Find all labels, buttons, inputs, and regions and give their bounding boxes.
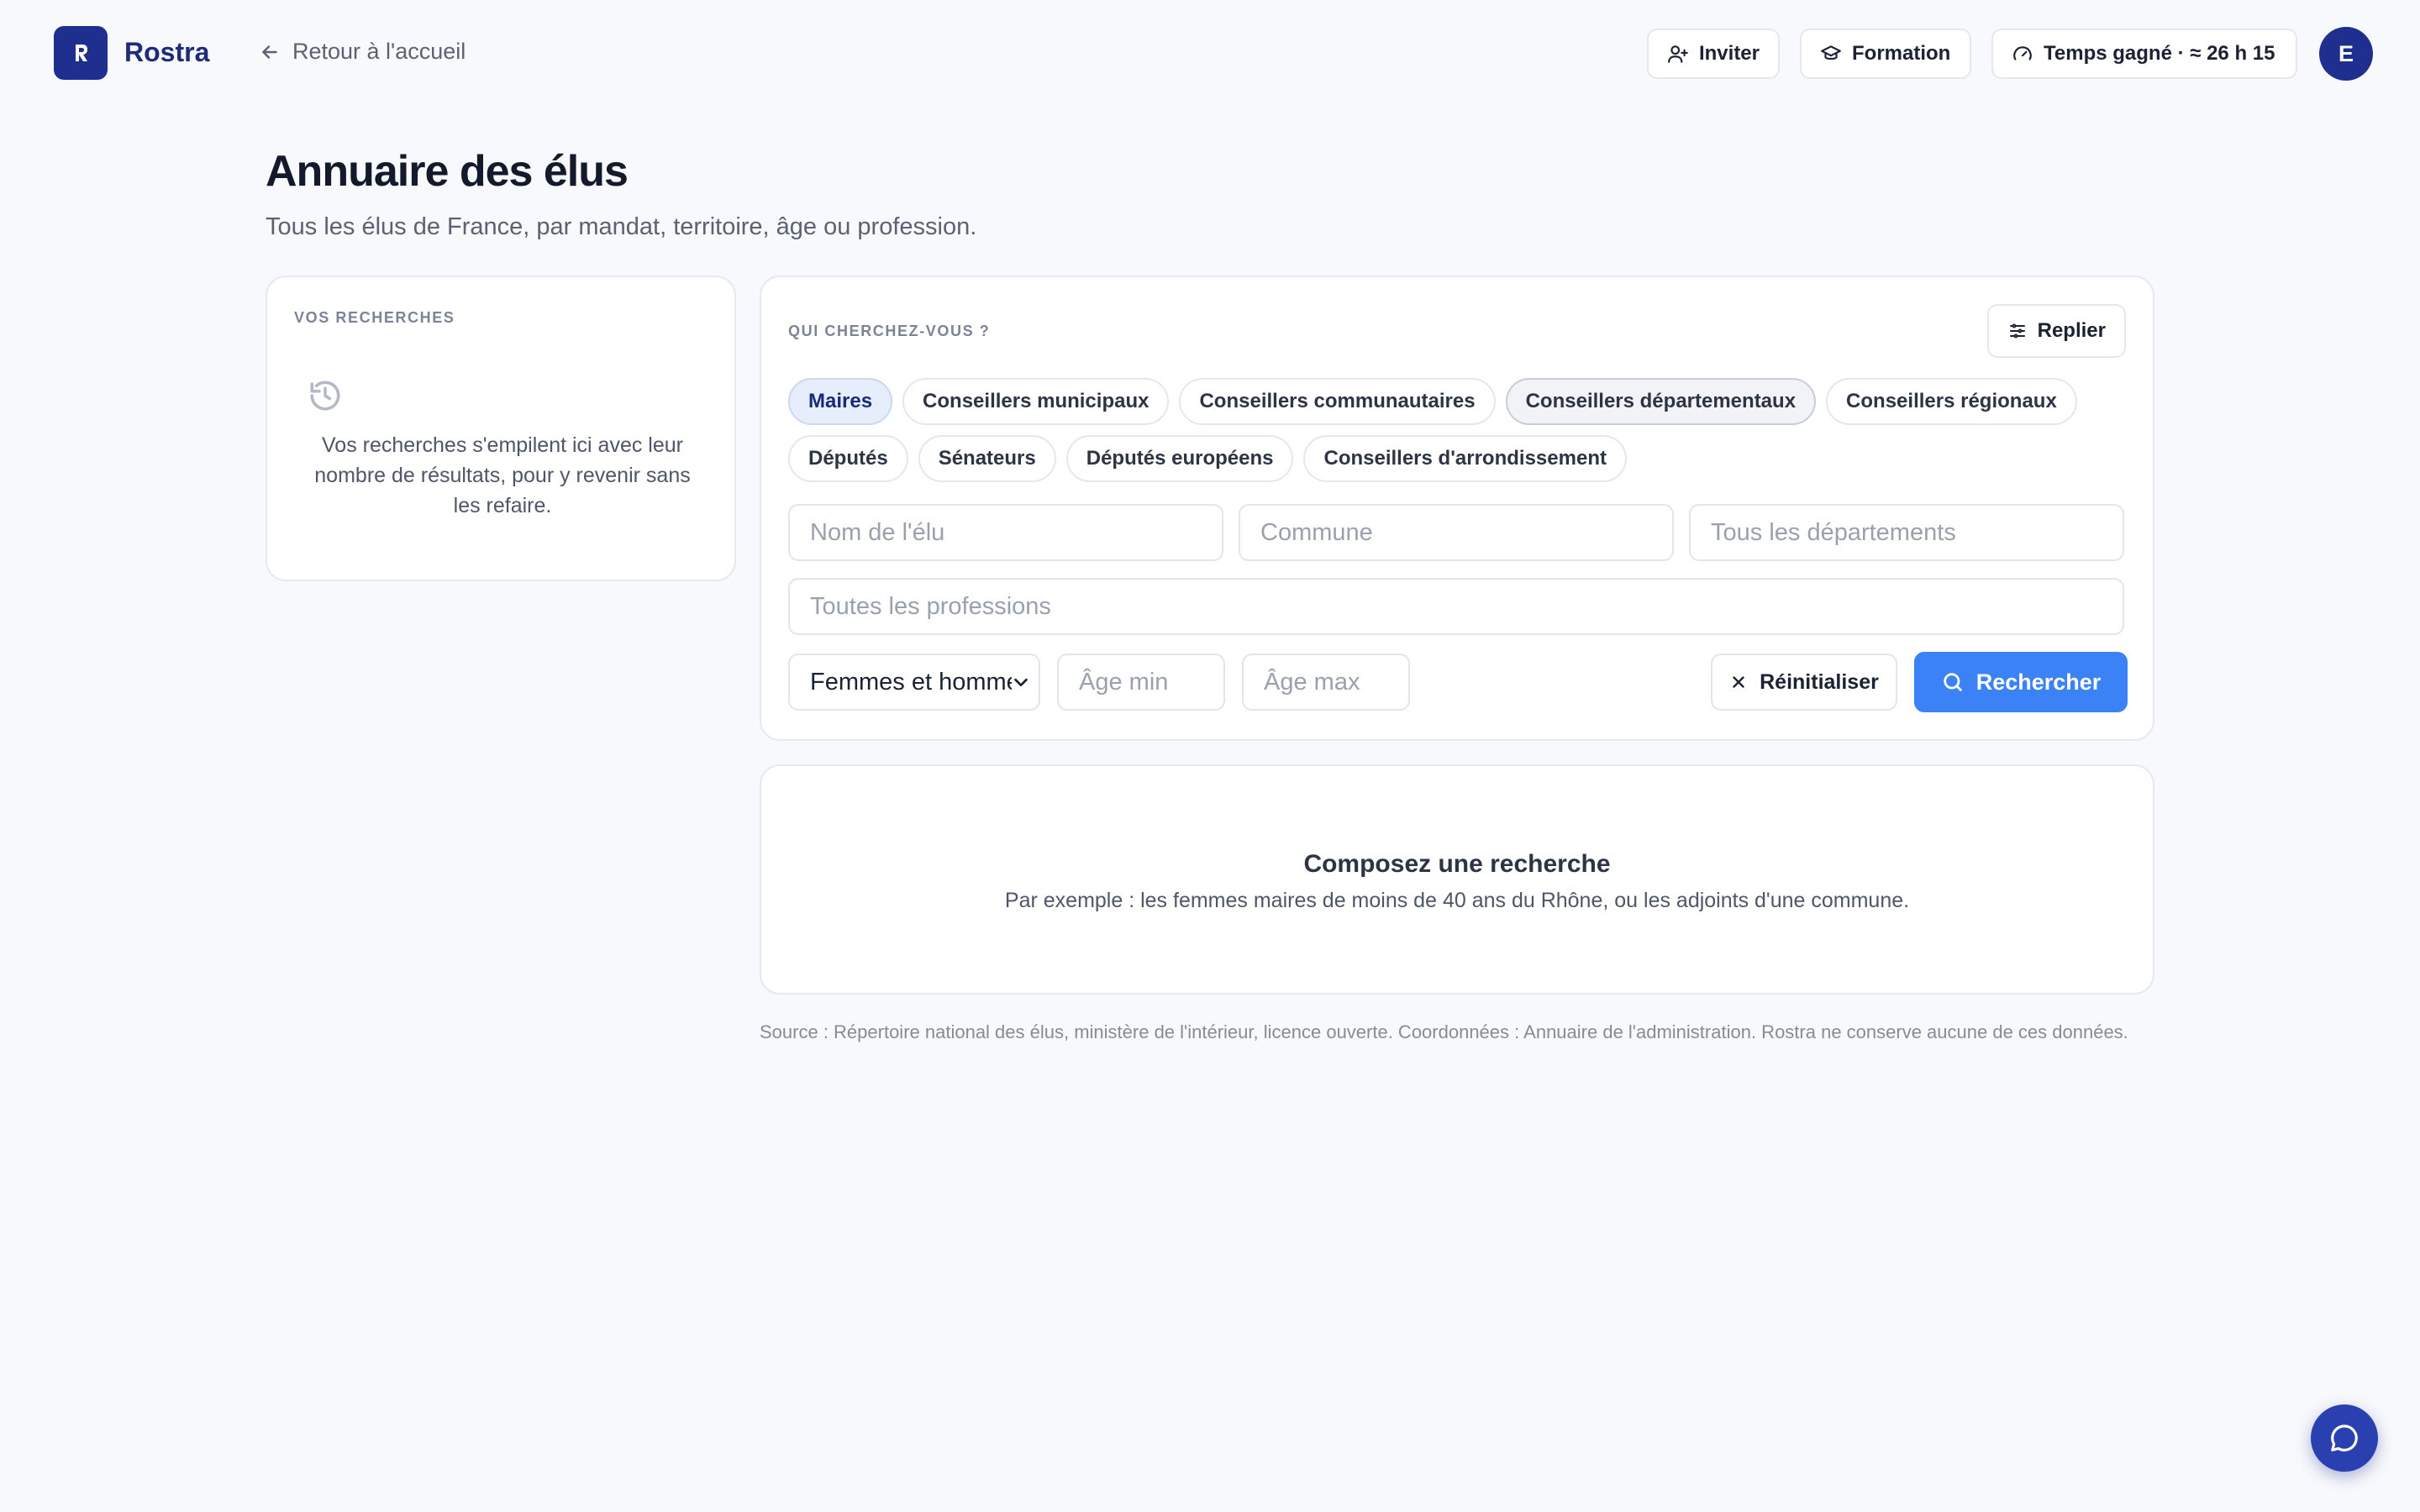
search-button[interactable]: Rechercher bbox=[1914, 652, 2128, 712]
mandate-chip[interactable]: Maires bbox=[788, 378, 893, 425]
top-bar: Rostra Retour à l'accueil Inviter Format… bbox=[0, 0, 2420, 108]
chevron-down-icon bbox=[1014, 678, 1028, 687]
time-saved-button[interactable]: Temps gagné · ≈ 26 h 15 bbox=[1991, 29, 2297, 79]
logo-icon bbox=[76, 45, 87, 61]
mandate-chip-row: Députés Sénateurs Députés européens Conseil… bbox=[788, 435, 2133, 482]
name-placeholder: Nom de l'élu bbox=[810, 518, 945, 546]
age-max-input[interactable]: Âge max bbox=[1242, 654, 1410, 711]
commune-placeholder: Commune bbox=[1260, 518, 1373, 546]
mandate-chips: Maires Conseillers municipaux Conseillers … bbox=[788, 378, 2133, 492]
age-min-placeholder: Âge min bbox=[1079, 668, 1169, 696]
profession-placeholder: Toutes les professions bbox=[810, 592, 1051, 620]
mandate-chip[interactable]: Députés européens bbox=[1065, 435, 1294, 482]
profession-select[interactable]: Toutes les professions bbox=[788, 578, 2124, 635]
formation-label: Formation bbox=[1852, 42, 1951, 65]
search-icon bbox=[1943, 673, 1962, 691]
commune-input[interactable]: Commune bbox=[1239, 504, 1674, 561]
empty-state-title: Composez une recherche bbox=[1303, 850, 1611, 878]
search-section-label: QUI CHERCHEZ-VOUS ? bbox=[788, 323, 991, 339]
mandate-chip[interactable]: Sénateurs bbox=[918, 435, 1056, 482]
logo[interactable] bbox=[54, 26, 108, 80]
invite-label: Inviter bbox=[1698, 42, 1760, 65]
arrow-left-icon bbox=[262, 45, 277, 59]
mandate-chip[interactable]: Conseillers régionaux bbox=[1826, 378, 2077, 425]
reset-button[interactable]: Réinitialiser bbox=[1711, 654, 1897, 711]
department-placeholder: Tous les départements bbox=[1711, 518, 1956, 546]
sex-selected-value: Femmes et hommes bbox=[810, 668, 1012, 696]
results-empty-state: Composez une recherche Par exemple : les… bbox=[760, 764, 2154, 995]
back-home-link[interactable]: Retour à l'accueil bbox=[259, 39, 466, 65]
time-saved-label: Temps gagné · ≈ 26 h 15 bbox=[2044, 42, 2275, 65]
brand-name[interactable]: Rostra bbox=[124, 37, 209, 68]
reset-label: Réinitialiser bbox=[1760, 669, 1879, 694]
avatar[interactable]: E bbox=[2319, 27, 2373, 81]
formation-button[interactable]: Formation bbox=[1800, 29, 1971, 79]
age-min-input[interactable]: Âge min bbox=[1057, 654, 1225, 711]
name-input[interactable]: Nom de l'élu bbox=[788, 504, 1223, 561]
source-note: Source : Répertoire national des élus, m… bbox=[760, 1021, 2128, 1042]
sex-select[interactable]: Femmes et hommes bbox=[788, 654, 1040, 711]
page: Rostra Retour à l'accueil Inviter Format… bbox=[0, 0, 2420, 1512]
chat-button[interactable] bbox=[2311, 1404, 2378, 1472]
department-select[interactable]: Tous les départements bbox=[1689, 504, 2124, 561]
mandate-chip[interactable]: Députés bbox=[788, 435, 908, 482]
mandate-chip[interactable]: Conseillers d'arrondissement bbox=[1303, 435, 1627, 482]
mandate-chip[interactable]: Conseillers départementaux bbox=[1505, 378, 1817, 425]
invite-button[interactable]: Inviter bbox=[1647, 29, 1780, 79]
search-label: Rechercher bbox=[1975, 669, 2102, 695]
graduation-cap-icon bbox=[1821, 45, 1841, 60]
close-icon bbox=[1733, 676, 1744, 688]
chat-bubble-icon bbox=[2331, 1425, 2358, 1452]
mandate-chip[interactable]: Conseillers municipaux bbox=[902, 378, 1170, 425]
gauge-icon bbox=[2013, 46, 2032, 60]
mandate-chip[interactable]: Conseillers communautaires bbox=[1179, 378, 1496, 425]
mandate-chip-row: Maires Conseillers municipaux Conseillers … bbox=[788, 378, 2133, 425]
history-empty-text: Vos recherches s'empilent ici avec leur … bbox=[314, 433, 691, 517]
empty-state-text: Par exemple : les femmes maires de moins… bbox=[1004, 889, 1910, 912]
page-subtitle: Tous les élus de France, par mandat, ter… bbox=[266, 213, 977, 240]
history-section-label: VOS RECHERCHES bbox=[294, 309, 455, 326]
search-history-card: VOS RECHERCHES Vos recherches s'empilent… bbox=[266, 276, 736, 581]
fold-button[interactable]: Replier bbox=[1986, 304, 2126, 358]
sliders-icon bbox=[2009, 323, 2025, 339]
age-max-placeholder: Âge max bbox=[1264, 668, 1360, 696]
back-home-label: Retour à l'accueil bbox=[292, 39, 466, 64]
page-title: Annuaire des élus bbox=[266, 147, 629, 196]
search-form-card: QUI CHERCHEZ-VOUS ? Replier Maires Consei… bbox=[760, 276, 2154, 741]
user-plus-icon bbox=[1668, 45, 1688, 63]
history-icon bbox=[310, 381, 340, 411]
fold-label: Replier bbox=[2037, 319, 2106, 342]
